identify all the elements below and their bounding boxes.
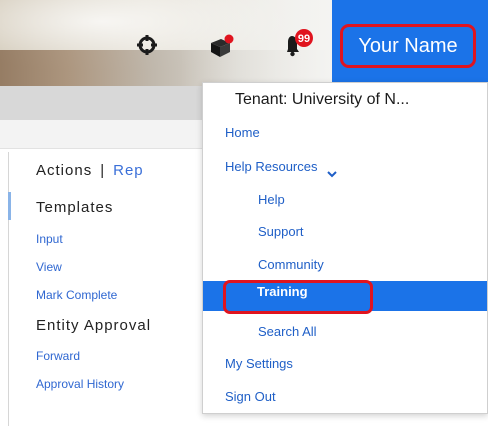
menu-item-label: Community — [258, 257, 324, 272]
menu-item-label: Home — [225, 125, 260, 140]
menu-item-label: Sign Out — [225, 389, 276, 404]
training-callout-box — [223, 280, 373, 314]
menu-item-label: Help — [258, 192, 285, 207]
notification-count: 99 — [298, 33, 310, 45]
menu-item-my-settings[interactable]: My Settings — [203, 350, 488, 378]
input-link[interactable]: Input — [36, 232, 63, 246]
menu-item-sign-out[interactable]: Sign Out — [203, 383, 488, 411]
tab-separator: | — [100, 162, 106, 179]
menu-item-help[interactable]: Help — [203, 186, 488, 214]
user-dropdown-menu: Tenant: University of N... Home Help Res… — [202, 82, 488, 414]
menu-item-label: Help Resources — [225, 159, 318, 174]
menu-item-label: My Settings — [225, 356, 293, 371]
actions-tabs: Actions | Rep — [36, 162, 144, 179]
menu-item-community[interactable]: Community — [203, 251, 488, 279]
tab-reports[interactable]: Rep — [113, 162, 144, 179]
box-icon[interactable] — [208, 34, 234, 58]
mark-complete-link[interactable]: Mark Complete — [36, 288, 117, 302]
panel-accent — [8, 192, 11, 220]
approval-history-link[interactable]: Approval History — [36, 377, 124, 391]
forward-link[interactable]: Forward — [36, 349, 80, 363]
menu-item-label: Search All — [258, 324, 317, 339]
menu-item-home[interactable]: Home — [203, 119, 488, 147]
chevron-down-icon[interactable] — [326, 162, 338, 177]
templates-heading: Templates — [36, 199, 114, 216]
bell-icon[interactable]: 99 — [282, 28, 316, 58]
menu-item-search-all[interactable]: Search All — [203, 318, 488, 346]
menu-item-help-resources[interactable]: Help Resources — [203, 153, 488, 181]
menu-item-label: Support — [258, 224, 304, 239]
view-link[interactable]: View — [36, 260, 62, 274]
crosshair-icon[interactable] — [136, 34, 158, 56]
tenant-label: Tenant: University of N... — [235, 91, 410, 108]
user-name-button[interactable]: Your Name — [340, 24, 476, 68]
tab-actions[interactable]: Actions — [36, 162, 92, 179]
menu-item-support[interactable]: Support — [203, 218, 488, 246]
entity-approval-heading: Entity Approval — [36, 317, 152, 334]
